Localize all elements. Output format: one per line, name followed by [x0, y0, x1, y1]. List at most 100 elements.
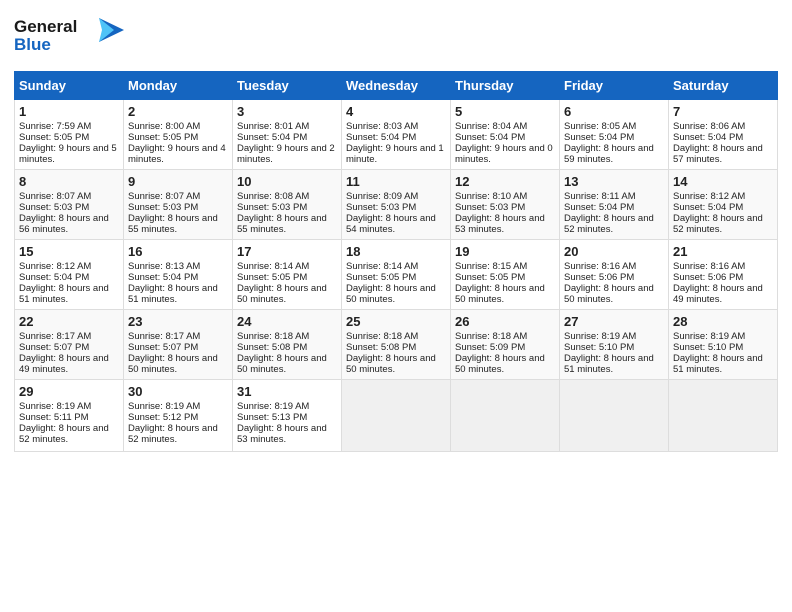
calendar-header: Sunday Monday Tuesday Wednesday Thursday… [15, 72, 778, 100]
table-row: 20Sunrise: 8:16 AMSunset: 5:06 PMDayligh… [560, 240, 669, 310]
day-number: 15 [19, 244, 119, 259]
sunrise: Sunrise: 8:19 AM [237, 401, 309, 412]
sunset: Sunset: 5:13 PM [237, 412, 307, 423]
day-number: 17 [237, 244, 337, 259]
daylight: Daylight: 8 hours and 50 minutes. [564, 283, 654, 305]
sunset: Sunset: 5:10 PM [564, 342, 634, 353]
sunset: Sunset: 5:04 PM [237, 132, 307, 143]
page-container: General Blue Sunday Monday Tuesday Wedne… [0, 0, 792, 458]
table-row [451, 380, 560, 452]
table-row: 25Sunrise: 8:18 AMSunset: 5:08 PMDayligh… [342, 310, 451, 380]
sunrise: Sunrise: 8:18 AM [346, 331, 418, 342]
daylight: Daylight: 8 hours and 51 minutes. [19, 283, 109, 305]
table-row [342, 380, 451, 452]
table-row [560, 380, 669, 452]
table-row: 6Sunrise: 8:05 AMSunset: 5:04 PMDaylight… [560, 100, 669, 170]
sunrise: Sunrise: 8:15 AM [455, 261, 527, 272]
sunrise: Sunrise: 8:12 AM [19, 261, 91, 272]
sunrise: Sunrise: 8:18 AM [455, 331, 527, 342]
table-row: 23Sunrise: 8:17 AMSunset: 5:07 PMDayligh… [124, 310, 233, 380]
sunset: Sunset: 5:07 PM [128, 342, 198, 353]
day-number: 24 [237, 314, 337, 329]
calendar-body: 1Sunrise: 7:59 AMSunset: 5:05 PMDaylight… [15, 100, 778, 452]
day-number: 20 [564, 244, 664, 259]
daylight: Daylight: 8 hours and 49 minutes. [19, 353, 109, 375]
daylight: Daylight: 8 hours and 55 minutes. [237, 213, 327, 235]
sunrise: Sunrise: 8:09 AM [346, 191, 418, 202]
day-number: 12 [455, 174, 555, 189]
sunset: Sunset: 5:11 PM [19, 412, 89, 423]
sunset: Sunset: 5:04 PM [564, 132, 634, 143]
table-row: 14Sunrise: 8:12 AMSunset: 5:04 PMDayligh… [669, 170, 778, 240]
table-row: 27Sunrise: 8:19 AMSunset: 5:10 PMDayligh… [560, 310, 669, 380]
sunset: Sunset: 5:05 PM [237, 272, 307, 283]
table-row: 26Sunrise: 8:18 AMSunset: 5:09 PMDayligh… [451, 310, 560, 380]
sunrise: Sunrise: 8:17 AM [19, 331, 91, 342]
day-number: 14 [673, 174, 773, 189]
sunrise: Sunrise: 8:14 AM [237, 261, 309, 272]
sunrise: Sunrise: 8:10 AM [455, 191, 527, 202]
sunrise: Sunrise: 8:05 AM [564, 121, 636, 132]
sunrise: Sunrise: 8:17 AM [128, 331, 200, 342]
table-row: 8Sunrise: 8:07 AMSunset: 5:03 PMDaylight… [15, 170, 124, 240]
sunrise: Sunrise: 7:59 AM [19, 121, 91, 132]
sunset: Sunset: 5:08 PM [237, 342, 307, 353]
logo-text: General Blue [14, 10, 124, 63]
day-number: 1 [19, 104, 119, 119]
daylight: Daylight: 9 hours and 5 minutes. [19, 143, 117, 165]
day-number: 25 [346, 314, 446, 329]
svg-text:General: General [14, 17, 77, 36]
table-row: 5 Sunrise: 8:04 AMSunset: 5:04 PMDaylight… [451, 100, 560, 170]
col-thursday: Thursday [451, 72, 560, 100]
day-number: 31 [237, 384, 337, 399]
col-friday: Friday [560, 72, 669, 100]
table-row: 28Sunrise: 8:19 AMSunset: 5:10 PMDayligh… [669, 310, 778, 380]
col-monday: Monday [124, 72, 233, 100]
table-row: 12 Sunrise: 8:10 AMSunset: 5:03 PMDayligh… [451, 170, 560, 240]
day-number: 23 [128, 314, 228, 329]
sunset: Sunset: 5:05 PM [19, 132, 89, 143]
sunrise: Sunrise: 8:19 AM [673, 331, 745, 342]
table-row: 24Sunrise: 8:18 AMSunset: 5:08 PMDayligh… [233, 310, 342, 380]
daylight: Daylight: 9 hours and 4 minutes. [128, 143, 226, 165]
day-number: 27 [564, 314, 664, 329]
day-number: 4 [346, 104, 446, 119]
day-number: 9 [128, 174, 228, 189]
sunset: Sunset: 5:10 PM [673, 342, 743, 353]
sunrise: Sunrise: 8:06 AM [673, 121, 745, 132]
sunset: Sunset: 5:03 PM [237, 202, 307, 213]
sunset: Sunset: 5:04 PM [564, 202, 634, 213]
col-saturday: Saturday [669, 72, 778, 100]
sunset: Sunset: 5:04 PM [455, 132, 525, 143]
table-row: 30Sunrise: 8:19 AMSunset: 5:12 PMDayligh… [124, 380, 233, 452]
sunrise: Sunrise: 8:03 AM [346, 121, 418, 132]
table-row: 21Sunrise: 8:16 AMSunset: 5:06 PMDayligh… [669, 240, 778, 310]
sunset: Sunset: 5:03 PM [346, 202, 416, 213]
sunrise: Sunrise: 8:04 AM [455, 121, 527, 132]
table-row: 31Sunrise: 8:19 AMSunset: 5:13 PMDayligh… [233, 380, 342, 452]
sunset: Sunset: 5:09 PM [455, 342, 525, 353]
daylight: Daylight: 8 hours and 51 minutes. [673, 353, 763, 375]
day-number: 22 [19, 314, 119, 329]
sunrise: Sunrise: 8:12 AM [673, 191, 745, 202]
daylight: Daylight: 8 hours and 56 minutes. [19, 213, 109, 235]
daylight: Daylight: 9 hours and 0 minutes. [455, 143, 553, 165]
sunrise: Sunrise: 8:19 AM [128, 401, 200, 412]
day-number: 5 [455, 104, 555, 119]
col-tuesday: Tuesday [233, 72, 342, 100]
day-number: 7 [673, 104, 773, 119]
daylight: Daylight: 8 hours and 55 minutes. [128, 213, 218, 235]
daylight: Daylight: 8 hours and 51 minutes. [128, 283, 218, 305]
sunset: Sunset: 5:03 PM [455, 202, 525, 213]
table-row: 10Sunrise: 8:08 AMSunset: 5:03 PMDayligh… [233, 170, 342, 240]
daylight: Daylight: 8 hours and 53 minutes. [455, 213, 545, 235]
table-row: 11Sunrise: 8:09 AMSunset: 5:03 PMDayligh… [342, 170, 451, 240]
day-number: 26 [455, 314, 555, 329]
daylight: Daylight: 8 hours and 49 minutes. [673, 283, 763, 305]
table-row: 19Sunrise: 8:15 AMSunset: 5:05 PMDayligh… [451, 240, 560, 310]
table-row: 7Sunrise: 8:06 AMSunset: 5:04 PMDaylight… [669, 100, 778, 170]
daylight: Daylight: 8 hours and 57 minutes. [673, 143, 763, 165]
col-sunday: Sunday [15, 72, 124, 100]
day-number: 19 [455, 244, 555, 259]
daylight: Daylight: 8 hours and 54 minutes. [346, 213, 436, 235]
